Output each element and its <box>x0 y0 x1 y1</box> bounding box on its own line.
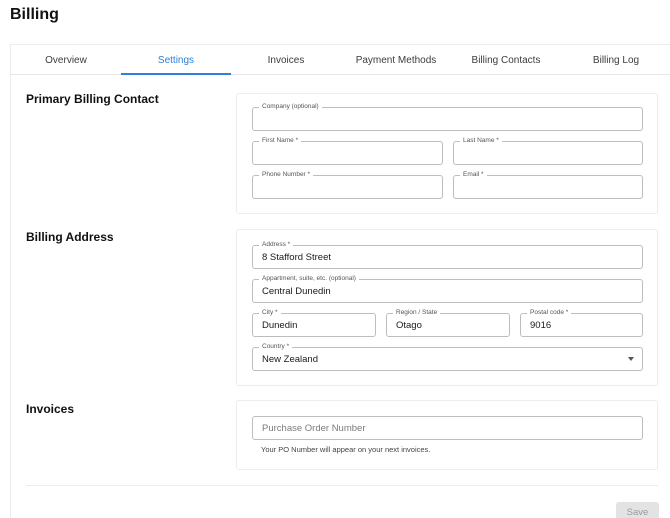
city-field[interactable]: City * Dunedin <box>252 308 376 337</box>
tab-invoices[interactable]: Invoices <box>231 45 341 75</box>
apartment-field[interactable]: Appartment, suite, etc. (optional) Centr… <box>252 274 643 303</box>
phone-label: Phone Number * <box>259 170 314 180</box>
address-field[interactable]: Address * 8 Stafford Street <box>252 240 643 269</box>
address-label: Address * <box>259 240 294 250</box>
first-name-field[interactable]: First Name * <box>252 136 443 165</box>
footer-divider <box>26 485 658 486</box>
active-tab-indicator <box>121 73 231 75</box>
tab-billing-log[interactable]: Billing Log <box>561 45 670 75</box>
region-field[interactable]: Region / State Otago <box>386 308 510 337</box>
tab-overview[interactable]: Overview <box>11 45 121 75</box>
section-title-contact: Primary Billing Contact <box>26 92 159 106</box>
section-title-invoices: Invoices <box>26 402 75 416</box>
contact-panel: Company (optional) First Name * Last Nam… <box>236 93 658 214</box>
company-label: Company (optional) <box>259 102 322 112</box>
last-name-field[interactable]: Last Name * <box>453 136 643 165</box>
page-title: Billing <box>10 6 59 23</box>
country-value: New Zealand <box>262 354 318 365</box>
section-title-address: Billing Address <box>26 230 114 244</box>
apartment-value: Central Dunedin <box>262 286 331 297</box>
email-field[interactable]: Email * <box>453 170 643 199</box>
postal-code-field[interactable]: Postal code * 9016 <box>520 308 643 337</box>
chevron-down-icon[interactable] <box>628 357 634 361</box>
tab-settings[interactable]: Settings <box>121 45 231 75</box>
tab-payment-methods[interactable]: Payment Methods <box>341 45 451 75</box>
apartment-label: Appartment, suite, etc. (optional) <box>259 274 359 284</box>
invoices-panel: Purchase Order Number Your PO Number wil… <box>236 400 658 470</box>
phone-field[interactable]: Phone Number * <box>252 170 443 199</box>
postal-code-label: Postal code * <box>527 308 572 318</box>
first-name-label: First Name * <box>259 136 302 146</box>
postal-code-value: 9016 <box>530 320 552 331</box>
tab-bar: Overview Settings Invoices Payment Metho… <box>11 45 670 75</box>
company-field[interactable]: Company (optional) <box>252 102 643 131</box>
country-select[interactable]: Country * New Zealand <box>252 342 643 371</box>
city-value: Dunedin <box>262 320 298 331</box>
po-number-helper-text: Your PO Number will appear on your next … <box>261 445 431 454</box>
region-value: Otago <box>396 320 422 331</box>
region-label: Region / State <box>393 308 441 318</box>
save-button[interactable]: Save <box>616 502 659 518</box>
country-label: Country * <box>259 342 293 352</box>
address-panel: Address * 8 Stafford Street Appartment, … <box>236 229 658 386</box>
po-number-input[interactable]: Purchase Order Number <box>252 416 643 440</box>
billing-card: Overview Settings Invoices Payment Metho… <box>10 44 670 518</box>
po-number-placeholder: Purchase Order Number <box>262 423 366 434</box>
tab-billing-contacts[interactable]: Billing Contacts <box>451 45 561 75</box>
last-name-label: Last Name * <box>460 136 502 146</box>
address-value: 8 Stafford Street <box>262 252 332 263</box>
email-label: Email * <box>460 170 487 180</box>
city-label: City * <box>259 308 281 318</box>
